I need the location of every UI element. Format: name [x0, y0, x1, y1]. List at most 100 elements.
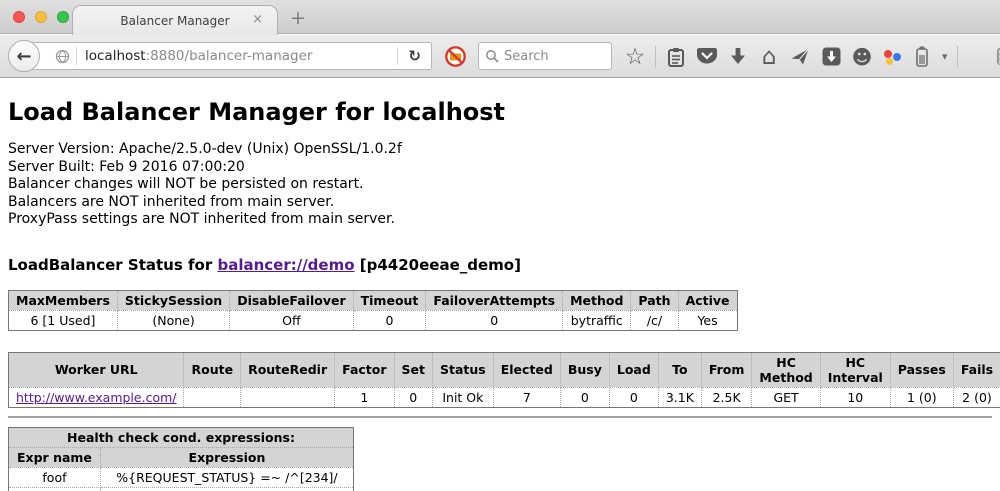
health-title-row: Health check cond. expressions: [9, 427, 354, 447]
cell-active: Yes [678, 310, 737, 330]
minimize-window-button[interactable] [35, 11, 47, 23]
worker-table: Worker URL Route RouteRedir Factor Set S… [8, 352, 1000, 408]
url-host: localhost [85, 48, 146, 64]
cell-stickysession: (None) [117, 310, 229, 330]
tab-close-icon[interactable]: × [252, 13, 263, 26]
header-stickysession: StickySession [117, 290, 229, 310]
header-hc-method: HC Method [752, 352, 820, 387]
new-tab-button[interactable]: + [290, 7, 306, 29]
header-active: Active [678, 290, 737, 310]
header-hc-interval: HC Interval [820, 352, 890, 387]
health-check-table: Health check cond. expressions: Expr nam… [8, 427, 354, 491]
loadbalancer-status-heading: LoadBalancer Status for balancer://demo … [8, 256, 992, 274]
cell-status: Init Ok [433, 387, 494, 407]
cell-expr-name: foof [9, 467, 101, 487]
search-icon [485, 49, 499, 63]
cell-passes: 1 (0) [890, 387, 953, 407]
worker-header-row: Worker URL Route RouteRedir Factor Set S… [9, 352, 1000, 387]
cell-timeout: 0 [353, 310, 426, 330]
health-table-title: Health check cond. expressions: [9, 427, 354, 447]
titlebar: Balancer Manager × + [0, 0, 1000, 34]
header-worker-url: Worker URL [9, 352, 184, 387]
menu-hamburger-icon[interactable] [967, 49, 987, 64]
search-box[interactable] [478, 42, 612, 70]
colored-dots-extension-icon[interactable] [882, 48, 902, 66]
cell-expr-name: foof2 [9, 487, 101, 491]
cell-fails: 2 (0) [953, 387, 1000, 407]
health-data-row: foof2 hc('body') =~ /domain is establish… [9, 487, 354, 491]
header-path: Path [631, 290, 678, 310]
cell-disablefailover: Off [230, 310, 353, 330]
navigation-toolbar: ← localhost:8880/balancer-manager ↻ ☆ [0, 35, 1000, 78]
header-elected: Elected [493, 352, 560, 387]
cell-path: /c/ [631, 310, 678, 330]
persist-note-line: Balancer changes will NOT be persisted o… [8, 176, 992, 194]
header-maxmembers: MaxMembers [9, 290, 118, 310]
clipboard-icon[interactable] [665, 47, 687, 67]
downloads-icon[interactable] [727, 47, 749, 66]
header-fails: Fails [953, 352, 1000, 387]
cell-elected: 7 [493, 387, 560, 407]
url-divider [76, 47, 77, 65]
cell-worker-url: http://www.example.com/ [9, 387, 184, 407]
balancer-table: MaxMembers StickySession DisableFailover… [8, 290, 738, 331]
globe-icon [55, 49, 70, 64]
inherit-note-line: Balancers are NOT inherited from main se… [8, 194, 992, 212]
browser-tab[interactable]: Balancer Manager × [72, 5, 278, 35]
cell-routeredir [241, 387, 335, 407]
cell-expression: hc('body') =~ /domain is established/ [100, 487, 353, 491]
cell-expression: %{REQUEST_STATUS} =~ /^[234]/ [100, 467, 353, 487]
cell-to: 3.1K [658, 387, 701, 407]
search-input[interactable] [504, 49, 594, 64]
back-button[interactable]: ← [8, 40, 40, 72]
url-bar[interactable]: localhost:8880/balancer-manager ↻ [26, 42, 432, 70]
header-busy: Busy [560, 352, 609, 387]
server-version-line: Server Version: Apache/2.5.0-dev (Unix) … [8, 141, 992, 159]
content-blocked-icon[interactable] [444, 45, 467, 72]
pocket-icon[interactable] [696, 47, 718, 66]
home-icon[interactable]: ⌂ [758, 46, 780, 68]
cell-hc-method: GET [752, 387, 820, 407]
worker-url-link[interactable]: http://www.example.com/ [16, 390, 176, 405]
smiley-icon[interactable]: ☻ [851, 47, 873, 67]
header-method: Method [563, 290, 631, 310]
cell-maxmembers: 6 [1 Used] [9, 310, 118, 330]
header-disablefailover: DisableFailover [230, 290, 353, 310]
cell-busy: 0 [560, 387, 609, 407]
tab-title: Balancer Manager [120, 14, 229, 28]
balancer-link[interactable]: balancer://demo [217, 256, 354, 274]
cell-route [184, 387, 241, 407]
status-prefix: LoadBalancer Status for [8, 256, 217, 274]
header-set: Set [394, 352, 432, 387]
browser-window: Balancer Manager × + ← localhost:8880/ba… [0, 0, 1000, 491]
cell-set: 0 [394, 387, 432, 407]
header-from: From [701, 352, 752, 387]
page-title: Load Balancer Manager for localhost [8, 98, 992, 126]
section-divider [8, 416, 992, 418]
toolbar-separator [655, 46, 656, 68]
boxed-download-icon[interactable] [820, 47, 842, 66]
bookmark-star-icon[interactable]: ☆ [624, 46, 646, 68]
send-plane-icon[interactable] [789, 47, 811, 67]
health-header-row: Expr name Expression [9, 447, 354, 467]
header-status: Status [433, 352, 494, 387]
cell-from: 2.5K [701, 387, 752, 407]
cell-failoverattempts: 0 [426, 310, 563, 330]
page-content: Load Balancer Manager for localhost Serv… [0, 79, 1000, 491]
status-suffix: [p4420eeae_demo] [355, 256, 521, 274]
balancer-header-row: MaxMembers StickySession DisableFailover… [9, 290, 738, 310]
health-data-row: foof %{REQUEST_STATUS} =~ /^[234]/ [9, 467, 354, 487]
proxypass-note-line: ProxyPass settings are NOT inherited fro… [8, 211, 992, 229]
header-to: To [658, 352, 701, 387]
toolbar-separator [957, 46, 958, 68]
server-built-line: Server Built: Feb 9 2016 07:00:20 [8, 159, 992, 177]
balancer-data-row: 6 [1 Used] (None) Off 0 0 bytraffic /c/ … [9, 310, 738, 330]
close-window-button[interactable] [13, 11, 25, 23]
header-failoverattempts: FailoverAttempts [426, 290, 563, 310]
tab-groups-grid-icon[interactable] [996, 48, 1000, 65]
overflow-caret-icon[interactable]: ▾ [942, 50, 948, 63]
battery-extension-icon[interactable] [911, 46, 933, 67]
cell-hc-interval: 10 [820, 387, 890, 407]
reload-icon[interactable]: ↻ [397, 47, 431, 65]
zoom-window-button[interactable] [57, 11, 69, 23]
